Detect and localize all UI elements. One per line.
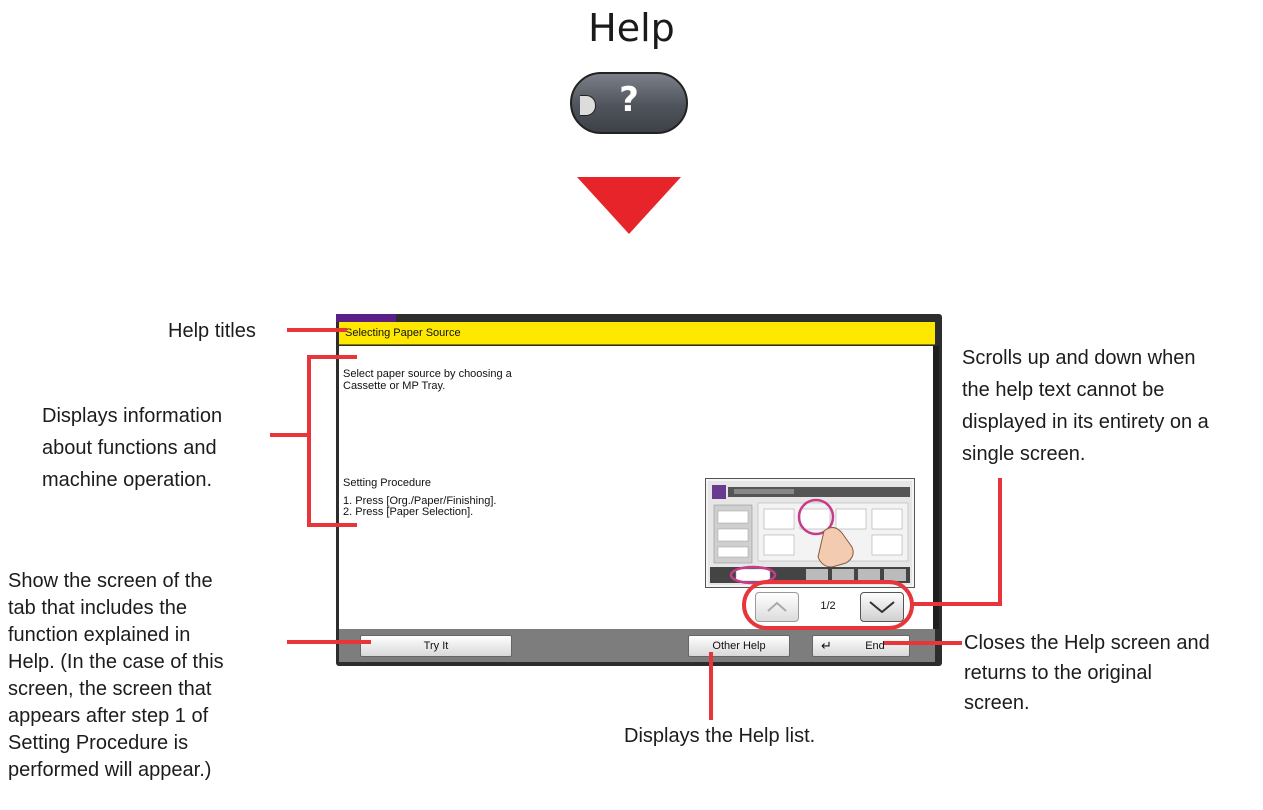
illustration-drawing-icon [708,481,912,585]
callout-line-help-titles [287,328,347,332]
callout-show-screen-line-5: screen, the screen that [8,678,212,700]
callout-line-show-screen [287,640,371,644]
callout-help-list: Displays the Help list. [624,725,816,747]
callout-show-screen-line-4: Help. (In the case of this [8,651,224,673]
callout-scrolls-line-3: displayed in its entirety on a [962,411,1209,433]
help-description-line-1: Select paper source by choosing a [343,368,512,380]
callout-closes-line-1: Closes the Help screen and [964,632,1210,654]
callout-show-screen-line-8: performed will appear.) [8,759,212,781]
callout-scrolls-line-1: Scrolls up and down when [962,347,1196,369]
callout-displays-info-line-2: about functions and [42,437,217,459]
callout-closes-line-2: returns to the original [964,662,1152,684]
callout-line-help-list [709,652,713,720]
bracket-vertical [307,355,311,527]
callout-show-screen-line-7: Setting Procedure is [8,732,189,754]
callout-line-scrolls-vertical [998,478,1002,606]
callout-displays-info-line-3: machine operation. [42,469,213,491]
callout-show-screen-line-3: function explained in [8,624,191,646]
procedure-heading: Setting Procedure [343,477,432,489]
callout-help-titles: Help titles [168,320,256,342]
return-arrow-icon: ↵ [821,638,832,653]
callout-show-screen-line-6: appears after step 1 of [8,705,209,727]
scroll-highlight-ring [742,580,914,630]
help-description-line-2: Cassette or MP Tray. [343,380,446,392]
callout-show-screen-line-1: Show the screen of the [8,570,213,592]
help-illustration-image [705,478,915,588]
accent-strip [336,314,396,322]
end-button-label: End [865,640,885,652]
other-help-button[interactable]: Other Help [688,635,790,657]
down-arrow-icon [577,177,681,234]
callout-line-displays-info [270,433,310,437]
scroll-strip [933,346,939,629]
end-button[interactable]: ↵ End [812,635,910,657]
callout-line-scrolls-horizontal [910,602,1002,606]
callout-show-screen-line-2: tab that includes the [8,597,188,619]
page-title: Help [588,6,675,50]
bracket-bottom [307,523,357,527]
question-mark-icon: ? [619,80,639,120]
procedure-step-2: 2. Press [Paper Selection]. [343,506,474,518]
callout-closes-line-3: screen. [964,692,1030,714]
callout-displays-info-line-1: Displays information [42,405,223,427]
callout-line-closes [884,641,962,645]
callout-scrolls-line-2: the help text cannot be [962,379,1165,401]
try-it-button[interactable]: Try It [360,635,512,657]
bracket-top [307,355,357,359]
help-title-bar: Selecting Paper Source [339,322,935,345]
help-key-button[interactable]: ? [570,72,688,134]
callout-scrolls-line-4: single screen. [962,443,1086,465]
